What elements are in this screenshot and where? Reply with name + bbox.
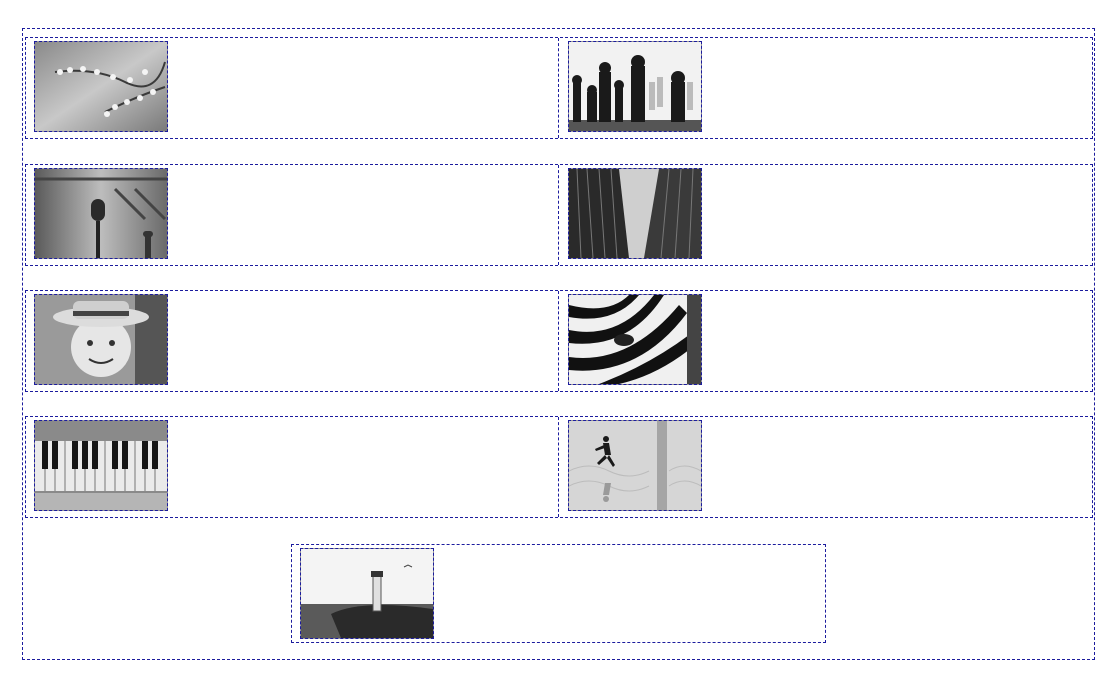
portrait-icon <box>35 295 167 384</box>
chess-icon <box>569 42 701 131</box>
row-divider <box>558 417 559 517</box>
piano-thumbnail[interactable] <box>34 420 168 511</box>
lighthouse-icon <box>301 549 433 638</box>
runner-icon <box>569 421 701 510</box>
gallery-row-4 <box>25 416 1093 518</box>
skyscraper-icon <box>569 169 701 258</box>
microphone-icon <box>35 169 167 258</box>
gallery-row-5 <box>291 544 826 643</box>
zebra-icon <box>569 295 701 384</box>
chess-thumbnail[interactable] <box>568 41 702 132</box>
row-divider <box>558 165 559 265</box>
microphone-thumbnail[interactable] <box>34 168 168 259</box>
boy-portrait-thumbnail[interactable] <box>34 294 168 385</box>
gallery-row-1 <box>25 37 1093 139</box>
skyscrapers-thumbnail[interactable] <box>568 168 702 259</box>
row-divider <box>558 291 559 391</box>
zebra-thumbnail[interactable] <box>568 294 702 385</box>
piano-icon <box>35 421 167 510</box>
cherry-blossom-icon <box>35 42 167 131</box>
gallery-row-3 <box>25 290 1093 392</box>
row-divider <box>558 38 559 138</box>
gallery-row-2 <box>25 164 1093 266</box>
runner-thumbnail[interactable] <box>568 420 702 511</box>
lighthouse-thumbnail[interactable] <box>300 548 434 639</box>
cherry-blossom-thumbnail[interactable] <box>34 41 168 132</box>
